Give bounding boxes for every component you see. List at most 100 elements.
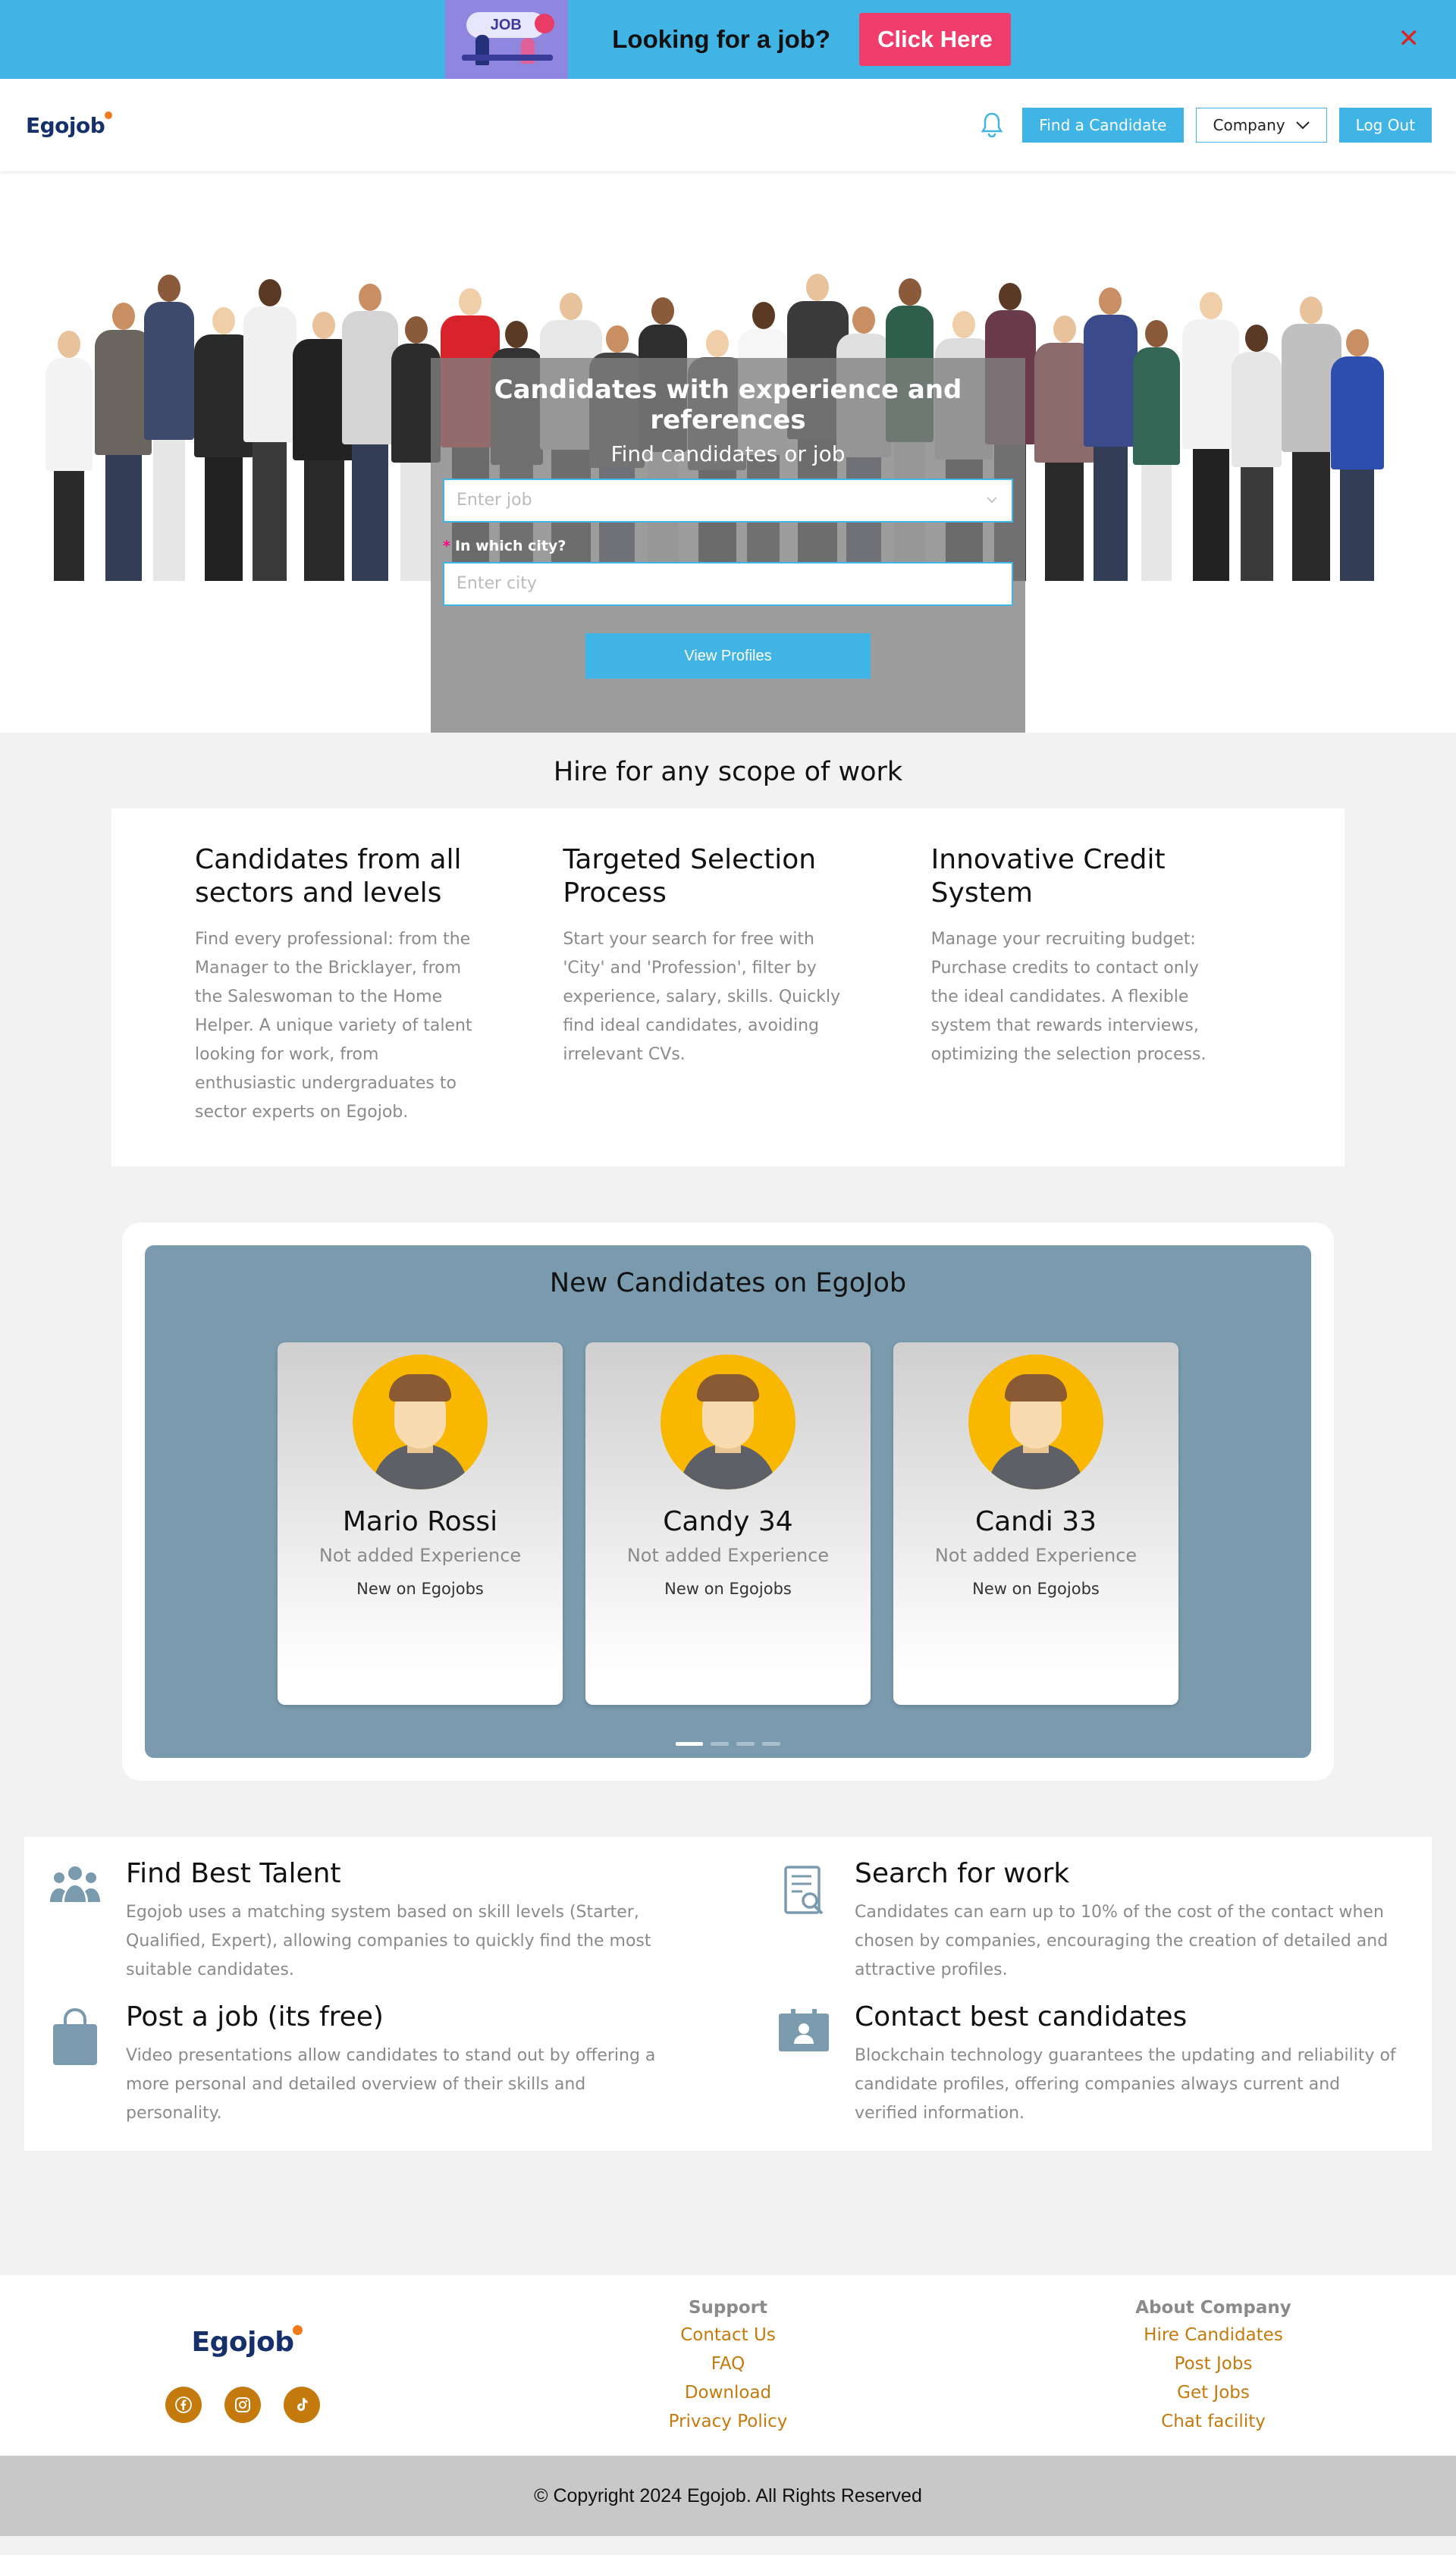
desk-shape <box>462 55 554 61</box>
bell-icon[interactable] <box>977 108 1007 142</box>
avatar <box>968 1354 1103 1489</box>
person-legs <box>303 460 344 581</box>
person-figure <box>46 331 93 581</box>
person-body <box>243 306 297 442</box>
person-figure <box>1232 325 1282 581</box>
feature-item: Find Best Talent Egojob uses a matching … <box>49 1858 679 1985</box>
hero-subtitle: Find candidates or job <box>610 441 846 466</box>
egojob-logo[interactable]: Egojob <box>26 111 113 138</box>
person-head <box>404 316 428 344</box>
hire-column: Candidates from all sectors and levels F… <box>195 843 548 1127</box>
footer-link-faq[interactable]: FAQ <box>485 2354 971 2374</box>
candidate-card[interactable]: Mario Rossi Not added Experience New on … <box>278 1342 563 1705</box>
person-legs <box>352 444 388 581</box>
person-head <box>999 283 1022 310</box>
candidate-cards: Mario Rossi Not added Experience New on … <box>145 1342 1311 1705</box>
candidate-name: Candy 34 <box>663 1506 793 1537</box>
contact-card-icon <box>777 2001 830 2054</box>
person-body <box>1182 319 1240 449</box>
logout-button[interactable]: Log Out <box>1338 108 1432 143</box>
candidate-status: New on Egojobs <box>972 1580 1100 1598</box>
footer-logo[interactable]: Egojob <box>192 2325 303 2358</box>
hire-column-title: Candidates from all sectors and levels <box>195 844 462 909</box>
required-marker: * <box>443 538 450 554</box>
person-head <box>1300 297 1323 324</box>
person-head <box>1245 325 1269 352</box>
city-placeholder: Enter city <box>457 574 537 593</box>
city-input[interactable]: Enter city <box>443 562 1013 606</box>
hero-section: Candidates with experience and reference… <box>0 171 1456 733</box>
person-head <box>1345 329 1369 356</box>
person-head <box>651 297 675 325</box>
person-legs <box>1291 452 1331 581</box>
feature-title: Search for work <box>855 1858 1070 1889</box>
footer-link-contact[interactable]: Contact Us <box>485 2325 971 2345</box>
company-dropdown[interactable]: Company <box>1195 108 1327 143</box>
logo-dot <box>105 111 113 119</box>
person-figure <box>1083 287 1138 581</box>
job-placeholder: Enter job <box>457 491 532 510</box>
job-select[interactable]: Enter job <box>443 479 1013 523</box>
person-head <box>752 302 775 329</box>
person-head <box>1199 292 1222 319</box>
footer-link-get-jobs[interactable]: Get Jobs <box>971 2383 1456 2403</box>
person-legs <box>153 440 186 581</box>
candidate-experience: Not added Experience <box>934 1545 1138 1566</box>
person-body <box>1330 356 1384 469</box>
candidates-title: New Candidates on EgoJob <box>549 1268 907 1298</box>
carousel-dot[interactable] <box>676 1742 703 1746</box>
footer-link-hire[interactable]: Hire Candidates <box>971 2325 1456 2345</box>
job-tag: JOB <box>466 12 546 38</box>
tiktok-icon[interactable] <box>284 2387 320 2423</box>
logo-text: Egojob <box>26 112 105 138</box>
close-icon[interactable]: ✕ <box>1398 26 1420 52</box>
facebook-icon[interactable] <box>165 2387 202 2423</box>
candidate-experience: Not added Experience <box>318 1545 522 1566</box>
carousel-dot[interactable] <box>736 1742 755 1746</box>
hire-title: Hire for any scope of work <box>553 757 903 787</box>
carousel-dot[interactable] <box>762 1742 780 1746</box>
footer-link-download[interactable]: Download <box>485 2383 971 2403</box>
city-label: * In which city? <box>443 538 1013 554</box>
person-legs <box>204 457 243 581</box>
person-head <box>312 312 336 339</box>
hire-column: Targeted Selection Process Start your se… <box>563 843 915 1127</box>
person-head <box>952 311 976 338</box>
promo-banner: JOB Looking for a job? Click Here ✕ <box>0 0 1456 79</box>
instagram-icon[interactable] <box>224 2387 261 2423</box>
person-legs <box>1340 469 1375 581</box>
site-header: Egojob Find a Candidate Company Log Out <box>0 79 1456 171</box>
footer-link-privacy[interactable]: Privacy Policy <box>485 2412 971 2431</box>
candidate-card[interactable]: Candy 34 Not added Experience New on Ego… <box>585 1342 871 1705</box>
person-head <box>806 274 830 301</box>
feature-text: Candidates can earn up to 10% of the cos… <box>855 1903 1389 1979</box>
carousel-dot[interactable] <box>711 1742 729 1746</box>
candidate-experience: Not added Experience <box>626 1545 830 1566</box>
new-candidates-section: New Candidates on EgoJob Mario Rossi Not… <box>122 1223 1334 1781</box>
person-head <box>705 330 729 357</box>
person-body <box>46 358 93 471</box>
person-figure <box>1133 320 1181 581</box>
find-candidate-button[interactable]: Find a Candidate <box>1022 108 1184 143</box>
feature-text: Egojob uses a matching system based on s… <box>126 1903 651 1979</box>
person-head <box>58 331 80 358</box>
company-label: Company <box>1213 116 1285 134</box>
footer-about-title: About Company <box>1135 2298 1291 2318</box>
person-legs <box>1045 463 1084 581</box>
candidate-name: Candi 33 <box>974 1506 1097 1537</box>
candidate-name: Mario Rossi <box>342 1506 498 1537</box>
candidate-card[interactable]: Candi 33 Not added Experience New on Ego… <box>893 1342 1178 1705</box>
hire-column-title: Targeted Selection Process <box>563 844 817 909</box>
carousel-dots <box>145 1742 1311 1746</box>
click-here-button[interactable]: Click Here <box>859 13 1011 66</box>
person-figure <box>1182 292 1240 581</box>
header-nav: Find a Candidate Company Log Out <box>977 108 1432 143</box>
footer-link-chat[interactable]: Chat facility <box>971 2412 1456 2431</box>
footer-link-post-jobs[interactable]: Post Jobs <box>971 2354 1456 2374</box>
person-figure <box>243 279 297 581</box>
feature-text: Video presentations allow candidates to … <box>126 2046 656 2123</box>
person-head <box>1145 320 1169 347</box>
feature-title: Contact best candidates <box>855 2001 1188 2032</box>
view-profiles-button[interactable]: View Profiles <box>585 633 871 679</box>
person-head <box>1099 287 1122 315</box>
